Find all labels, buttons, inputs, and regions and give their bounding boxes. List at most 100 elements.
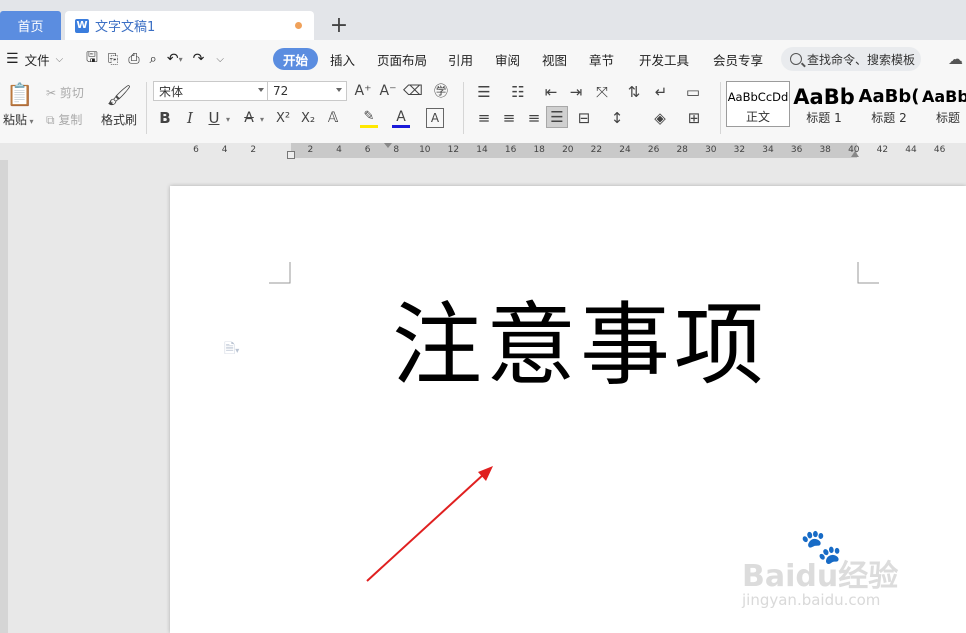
bold-button[interactable]: B	[156, 108, 174, 128]
ruler-tick-label: 18	[533, 145, 545, 155]
style-preview: AaBbCcDd	[727, 90, 789, 104]
menu-item-start[interactable]: 开始	[273, 48, 319, 70]
superscript-button[interactable]: X²	[273, 108, 293, 128]
file-menu[interactable]: ☰ 文件 ⌵	[6, 48, 63, 70]
menu-item-review[interactable]: 审阅	[495, 48, 520, 70]
tab-document[interactable]: W 文字文稿1	[65, 11, 314, 40]
clear-format-icon[interactable]: ⌫	[403, 82, 423, 100]
ruler-tick-label: 4	[221, 145, 228, 155]
print-preview-icon[interactable]: ⌕	[150, 52, 157, 67]
command-search-box[interactable]: 查找命令、搜索模板	[781, 47, 921, 71]
annotation-arrow	[366, 466, 493, 582]
font-color-icon[interactable]: A	[392, 108, 410, 128]
style-name: 正文	[745, 110, 770, 124]
character-border-icon[interactable]: A	[426, 108, 444, 128]
baidu-watermark: 🐾 Baidu经验 jingyan.baidu.com	[740, 525, 940, 615]
sort-icon[interactable]: ⇅	[624, 83, 644, 101]
copy-button[interactable]: ⧉ 复制	[46, 111, 82, 128]
right-indent-marker[interactable]	[851, 151, 859, 157]
chinese-layout-icon[interactable]: ⤧	[592, 83, 612, 101]
highlight-icon[interactable]: ✎	[360, 108, 378, 128]
align-right-icon[interactable]: ≡	[524, 109, 544, 127]
ruler-tick-label: 28	[676, 145, 688, 155]
margin-corner-top-left	[269, 262, 291, 284]
ribbon-separator	[720, 82, 721, 134]
scissors-icon: ✂	[46, 86, 57, 100]
ruler-tick-label: 46	[933, 145, 946, 155]
ruler-tick-label: 34	[762, 145, 774, 155]
underline-dropdown-icon[interactable]: ▾	[226, 115, 230, 124]
cloud-icon[interactable]: ☁	[948, 50, 963, 68]
increase-font-icon[interactable]: A⁺	[354, 82, 372, 100]
undo-dropdown-icon[interactable]: ▾	[179, 55, 183, 64]
menu-item-view[interactable]: 视图	[542, 48, 567, 70]
ruler-tick-label: 14	[476, 145, 488, 155]
ribbon-separator	[146, 82, 147, 134]
pinyin-guide-icon[interactable]: ㊫	[429, 82, 453, 100]
ruler-tick-label: 38	[819, 145, 831, 155]
customize-dropdown-icon[interactable]: ⌵	[216, 54, 224, 65]
tab-home[interactable]: 首页	[0, 11, 61, 40]
copy-icon: ⧉	[46, 113, 55, 127]
document-heading[interactable]: 注意事项	[392, 292, 792, 400]
menu-item-member[interactable]: 会员专享	[713, 48, 763, 70]
align-center-icon[interactable]: ≡	[499, 109, 519, 127]
paste-icon[interactable]: 📋	[6, 82, 33, 108]
menu-item-page-layout[interactable]: 页面布局	[377, 48, 427, 70]
style-heading-2[interactable]: AaBb( 标题 2	[858, 81, 920, 127]
numbered-list-icon[interactable]: ☷	[508, 83, 528, 101]
ruler-toggle-icon[interactable]: ▭	[683, 83, 703, 101]
underline-button[interactable]: U	[205, 108, 223, 128]
style-normal[interactable]: AaBbCcDd 正文	[726, 81, 790, 127]
increase-indent-icon[interactable]: ⇥	[566, 83, 586, 101]
justify-icon[interactable]: ☰	[546, 106, 568, 128]
new-tab-button[interactable]: +	[329, 13, 349, 38]
save-icon[interactable]: 🖫	[86, 47, 98, 71]
vertical-ruler[interactable]	[0, 160, 8, 633]
format-painter-button[interactable]: 格式刷	[101, 111, 137, 128]
bullet-list-icon[interactable]: ☰	[474, 83, 494, 101]
show-marks-icon[interactable]: ↵	[651, 83, 671, 101]
redo-icon[interactable]: ↷	[193, 51, 205, 67]
ruler-tick-label: 42	[876, 145, 889, 155]
ruler-tick-label: 26	[647, 145, 660, 155]
italic-button[interactable]: I	[181, 108, 199, 128]
shading-icon[interactable]: ◈	[650, 109, 670, 127]
subscript-button[interactable]: X₂	[298, 108, 318, 128]
strikethrough-dropdown-icon[interactable]: ▾	[260, 115, 264, 124]
writer-doc-icon: W	[75, 18, 89, 33]
print-icon[interactable]: ⎙	[128, 51, 139, 67]
font-size-select[interactable]: 72	[267, 81, 347, 101]
text-effect-icon[interactable]: 𝔸	[324, 108, 342, 128]
search-icon	[790, 53, 802, 65]
chevron-down-icon	[258, 88, 264, 92]
paragraph-handle-icon[interactable]: 🗎▾	[224, 338, 239, 362]
style-title[interactable]: AaBb 标题	[922, 81, 966, 127]
decrease-indent-icon[interactable]: ⇤	[541, 83, 561, 101]
ruler-tick-label: 22	[590, 145, 603, 155]
menu-item-references[interactable]: 引用	[448, 48, 473, 70]
borders-icon[interactable]: ⊞	[684, 109, 704, 127]
menu-item-developer[interactable]: 开发工具	[639, 48, 689, 70]
paste-button[interactable]: 粘贴 ▾	[3, 111, 34, 128]
export-pdf-icon[interactable]: ⎘	[108, 52, 118, 67]
cut-button[interactable]: ✂ 剪切	[46, 84, 84, 101]
align-left-icon[interactable]: ≡	[474, 109, 494, 127]
decrease-font-icon[interactable]: A⁻	[379, 82, 397, 100]
watermark-brand: Baidu经验	[742, 559, 899, 594]
font-name-select[interactable]: 宋体	[153, 81, 269, 101]
style-heading-1[interactable]: AaBb 标题 1	[793, 81, 855, 127]
style-preview: AaBb(	[858, 86, 920, 107]
distribute-icon[interactable]: ⊟	[574, 109, 594, 127]
chevron-down-icon: ⌵	[55, 53, 64, 65]
line-spacing-icon[interactable]: ↕	[607, 109, 627, 127]
left-indent-marker[interactable]	[287, 151, 295, 159]
menu-item-insert[interactable]: 插入	[330, 48, 355, 70]
undo-icon[interactable]: ↶	[167, 51, 179, 67]
format-painter-icon[interactable]: 🖌	[106, 82, 131, 108]
ruler-tick-label: 10	[419, 145, 431, 155]
ruler-tick-label: 2	[250, 145, 257, 155]
first-line-indent-marker[interactable]	[384, 143, 392, 148]
menu-item-chapter[interactable]: 章节	[589, 48, 614, 70]
strikethrough-icon[interactable]: A	[240, 108, 258, 128]
